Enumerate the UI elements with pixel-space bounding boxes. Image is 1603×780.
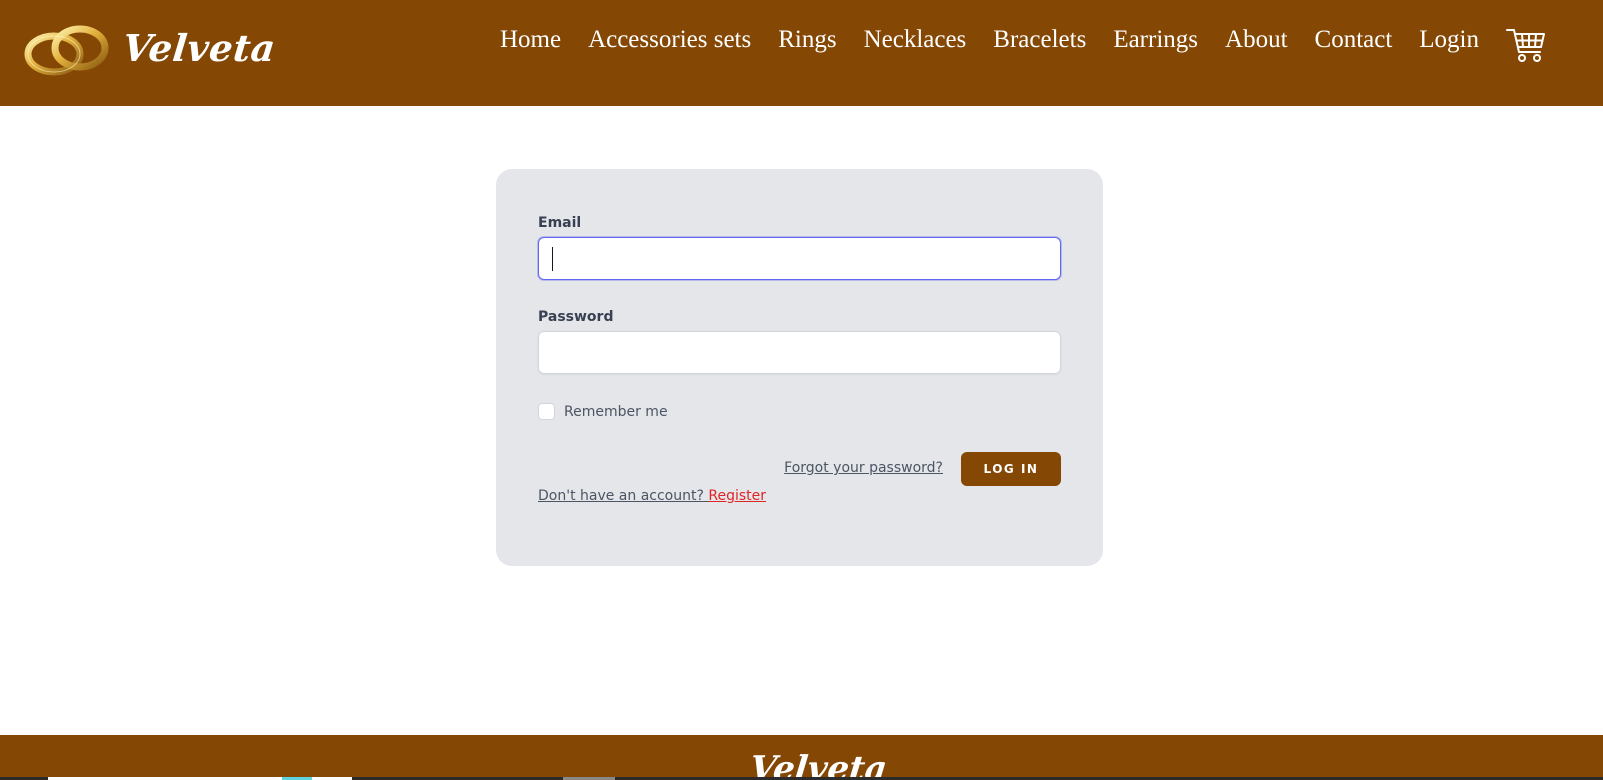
nav-about[interactable]: About xyxy=(1225,26,1288,54)
register-link[interactable]: Register xyxy=(708,488,766,504)
email-field[interactable] xyxy=(538,237,1061,280)
footer-brand-logo[interactable]: Velveta xyxy=(748,749,889,780)
remember-me-checkbox[interactable] xyxy=(538,403,555,420)
register-prompt: Don't have an account? Register xyxy=(538,488,766,504)
password-field[interactable] xyxy=(538,331,1061,374)
nav-contact[interactable]: Contact xyxy=(1315,26,1393,54)
remember-me-row[interactable]: Remember me xyxy=(538,403,668,420)
remember-me-label: Remember me xyxy=(564,403,668,420)
wedding-rings-icon[interactable] xyxy=(24,22,110,78)
nav-bracelets[interactable]: Bracelets xyxy=(993,26,1086,54)
shopping-cart-icon[interactable] xyxy=(1506,26,1546,64)
brand-logo-text[interactable]: Velveta xyxy=(121,26,278,70)
nav-login[interactable]: Login xyxy=(1419,26,1479,54)
nav-necklaces[interactable]: Necklaces xyxy=(864,26,967,54)
password-label: Password xyxy=(538,309,614,325)
nav-home[interactable]: Home xyxy=(500,26,561,54)
site-header: Velveta Home Accessories sets Rings Neck… xyxy=(0,0,1603,106)
log-in-button[interactable]: LOG IN xyxy=(961,452,1061,486)
login-card: Email Password Remember me Forgot your p… xyxy=(496,169,1103,566)
nav-rings[interactable]: Rings xyxy=(778,26,836,54)
register-prompt-text: Don't have an account? xyxy=(538,488,704,504)
site-footer: Velveta xyxy=(0,735,1603,780)
main-nav: Home Accessories sets Rings Necklaces Br… xyxy=(500,26,1479,54)
nav-earrings[interactable]: Earrings xyxy=(1113,26,1198,54)
email-label: Email xyxy=(538,215,582,231)
text-caret xyxy=(552,247,553,271)
forgot-password-link[interactable]: Forgot your password? xyxy=(784,460,943,476)
nav-accessories-sets[interactable]: Accessories sets xyxy=(588,26,751,54)
